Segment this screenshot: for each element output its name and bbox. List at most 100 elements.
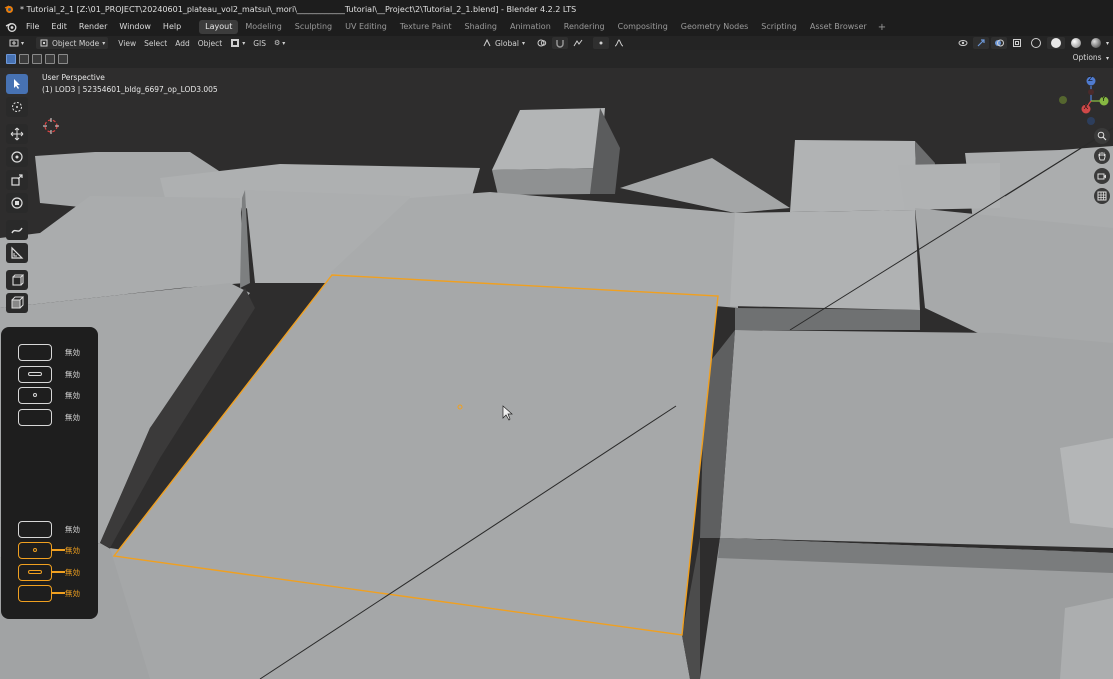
indicator-label: 無効 bbox=[65, 545, 80, 555]
tab-scripting[interactable]: Scripting bbox=[755, 20, 803, 34]
gizmo-toggle[interactable] bbox=[972, 37, 989, 49]
mouse-button-icon bbox=[18, 563, 52, 581]
shading-solid-button[interactable] bbox=[1046, 37, 1065, 49]
overlay-toggle[interactable] bbox=[990, 37, 1007, 49]
editor-type-button[interactable]: ▾ bbox=[6, 37, 27, 49]
shading-material-button[interactable] bbox=[1067, 37, 1085, 49]
chevron-down-icon: ▾ bbox=[21, 39, 25, 47]
gis-menu[interactable]: GIS bbox=[250, 37, 269, 49]
mode-dropdown[interactable]: Object Mode ▾ bbox=[36, 37, 109, 49]
indicator-label: 無効 bbox=[65, 588, 80, 598]
mouse-button-icon bbox=[18, 386, 52, 404]
chevron-down-icon: ▾ bbox=[521, 39, 525, 47]
select-subtract-button[interactable] bbox=[32, 54, 42, 64]
navigation-gizmo[interactable]: Z Y X bbox=[1057, 74, 1109, 128]
blender-menu-icon[interactable] bbox=[4, 21, 18, 33]
tab-uv-editing[interactable]: UV Editing bbox=[339, 20, 393, 34]
tab-compositing[interactable]: Compositing bbox=[612, 20, 674, 34]
viewport-header-right: ▾ bbox=[954, 37, 1113, 49]
zoom-view-button[interactable] bbox=[1094, 128, 1110, 144]
orientation-label: Global bbox=[495, 38, 519, 48]
settings-icon: ⚙ bbox=[274, 39, 281, 47]
menu-file[interactable]: File bbox=[20, 18, 45, 36]
cursor-tool[interactable] bbox=[6, 97, 28, 117]
add-workspace-button[interactable]: + bbox=[874, 22, 890, 33]
select-extend-button[interactable] bbox=[19, 54, 29, 64]
select-box-tool[interactable] bbox=[6, 74, 28, 94]
indicator-label: 無効 bbox=[65, 369, 80, 379]
hand-icon bbox=[1098, 152, 1106, 161]
transform-icon bbox=[11, 197, 23, 209]
measure-tool[interactable] bbox=[6, 243, 28, 263]
mouse-button-icon bbox=[18, 541, 52, 559]
tab-sculpting[interactable]: Sculpting bbox=[289, 20, 338, 34]
axis-y-label: Y bbox=[1101, 95, 1106, 103]
annotate-tool[interactable] bbox=[6, 220, 28, 240]
indicator-label: 無効 bbox=[65, 567, 80, 577]
tab-rendering[interactable]: Rendering bbox=[558, 20, 611, 34]
shading-wireframe-button[interactable] bbox=[1027, 37, 1045, 49]
overlay-icon bbox=[994, 39, 1004, 47]
blender-logo-icon bbox=[4, 5, 13, 13]
snap-target-button[interactable] bbox=[570, 37, 586, 49]
visibility-dropdown[interactable] bbox=[955, 37, 971, 49]
menu-window[interactable]: Window bbox=[113, 18, 157, 36]
menu-render[interactable]: Render bbox=[73, 18, 113, 36]
tab-texture-paint[interactable]: Texture Paint bbox=[394, 20, 458, 34]
falloff-curve-icon bbox=[614, 39, 624, 47]
object-mode-icon bbox=[40, 39, 48, 47]
gis-settings-button[interactable]: ⚙ ▾ bbox=[271, 37, 288, 49]
tab-asset-browser[interactable]: Asset Browser bbox=[804, 20, 873, 34]
active-object-label: (1) LOD3 | 52354601_bldg_6697_op_LOD3.00… bbox=[42, 85, 218, 94]
mouse-button-icon bbox=[18, 365, 52, 383]
view-menu[interactable]: View bbox=[115, 37, 139, 49]
cube-icon bbox=[11, 296, 24, 309]
move-tool[interactable] bbox=[6, 124, 28, 144]
add-cube-tool[interactable] bbox=[6, 270, 28, 290]
options-dropdown[interactable]: Options ▾ bbox=[1073, 53, 1109, 62]
select-menu[interactable]: Select bbox=[141, 37, 170, 49]
options-label: Options bbox=[1072, 53, 1102, 62]
transform-orientation-dropdown[interactable]: Global ▾ bbox=[479, 37, 528, 49]
menu-help[interactable]: Help bbox=[157, 18, 187, 36]
chevron-down-icon[interactable]: ▾ bbox=[1106, 40, 1109, 47]
tab-animation[interactable]: Animation bbox=[504, 20, 557, 34]
orientation-icon bbox=[483, 38, 491, 47]
xray-toggle[interactable] bbox=[1009, 37, 1025, 49]
rotate-icon bbox=[11, 151, 23, 163]
camera-icon bbox=[1097, 173, 1106, 180]
proportional-edit-toggle[interactable] bbox=[593, 37, 609, 49]
tab-modeling[interactable]: Modeling bbox=[239, 20, 287, 34]
tab-geometry-nodes[interactable]: Geometry Nodes bbox=[675, 20, 754, 34]
camera-view-button[interactable] bbox=[1094, 168, 1110, 184]
menu-edit[interactable]: Edit bbox=[45, 18, 73, 36]
select-intersect-button[interactable] bbox=[58, 54, 68, 64]
snap-target-icon bbox=[573, 39, 583, 47]
extra-object-tool[interactable] bbox=[6, 293, 28, 313]
shading-rendered-button[interactable] bbox=[1087, 37, 1105, 49]
object-menu[interactable]: Object bbox=[195, 37, 225, 49]
falloff-button[interactable] bbox=[611, 37, 627, 49]
scale-tool[interactable] bbox=[6, 170, 28, 190]
gizmo-icon bbox=[977, 39, 985, 47]
gis-icon-button[interactable]: ▾ bbox=[227, 37, 248, 49]
pan-view-button[interactable] bbox=[1094, 148, 1110, 164]
snap-toggle[interactable] bbox=[552, 37, 568, 49]
add-menu[interactable]: Add bbox=[172, 37, 193, 49]
3d-viewport[interactable]: User Perspective (1) LOD3 | 52354601_bld… bbox=[0, 68, 1113, 679]
wireframe-shading-icon bbox=[1030, 38, 1041, 48]
snapping-controls bbox=[533, 37, 628, 49]
building-roof bbox=[1060, 598, 1113, 679]
transform-tool[interactable] bbox=[6, 193, 28, 213]
indicator-row: 無効 bbox=[18, 386, 80, 404]
tab-shading[interactable]: Shading bbox=[458, 20, 503, 34]
select-invert-button[interactable] bbox=[45, 54, 55, 64]
building-roof bbox=[790, 140, 917, 212]
select-new-button[interactable] bbox=[6, 54, 16, 64]
rotate-tool[interactable] bbox=[6, 147, 28, 167]
tab-layout[interactable]: Layout bbox=[199, 20, 239, 34]
projection-toggle-button[interactable] bbox=[1094, 188, 1110, 204]
pivot-point-button[interactable] bbox=[534, 37, 550, 49]
xray-icon bbox=[1012, 39, 1021, 47]
indicator-row-active: 無効 bbox=[18, 584, 80, 602]
